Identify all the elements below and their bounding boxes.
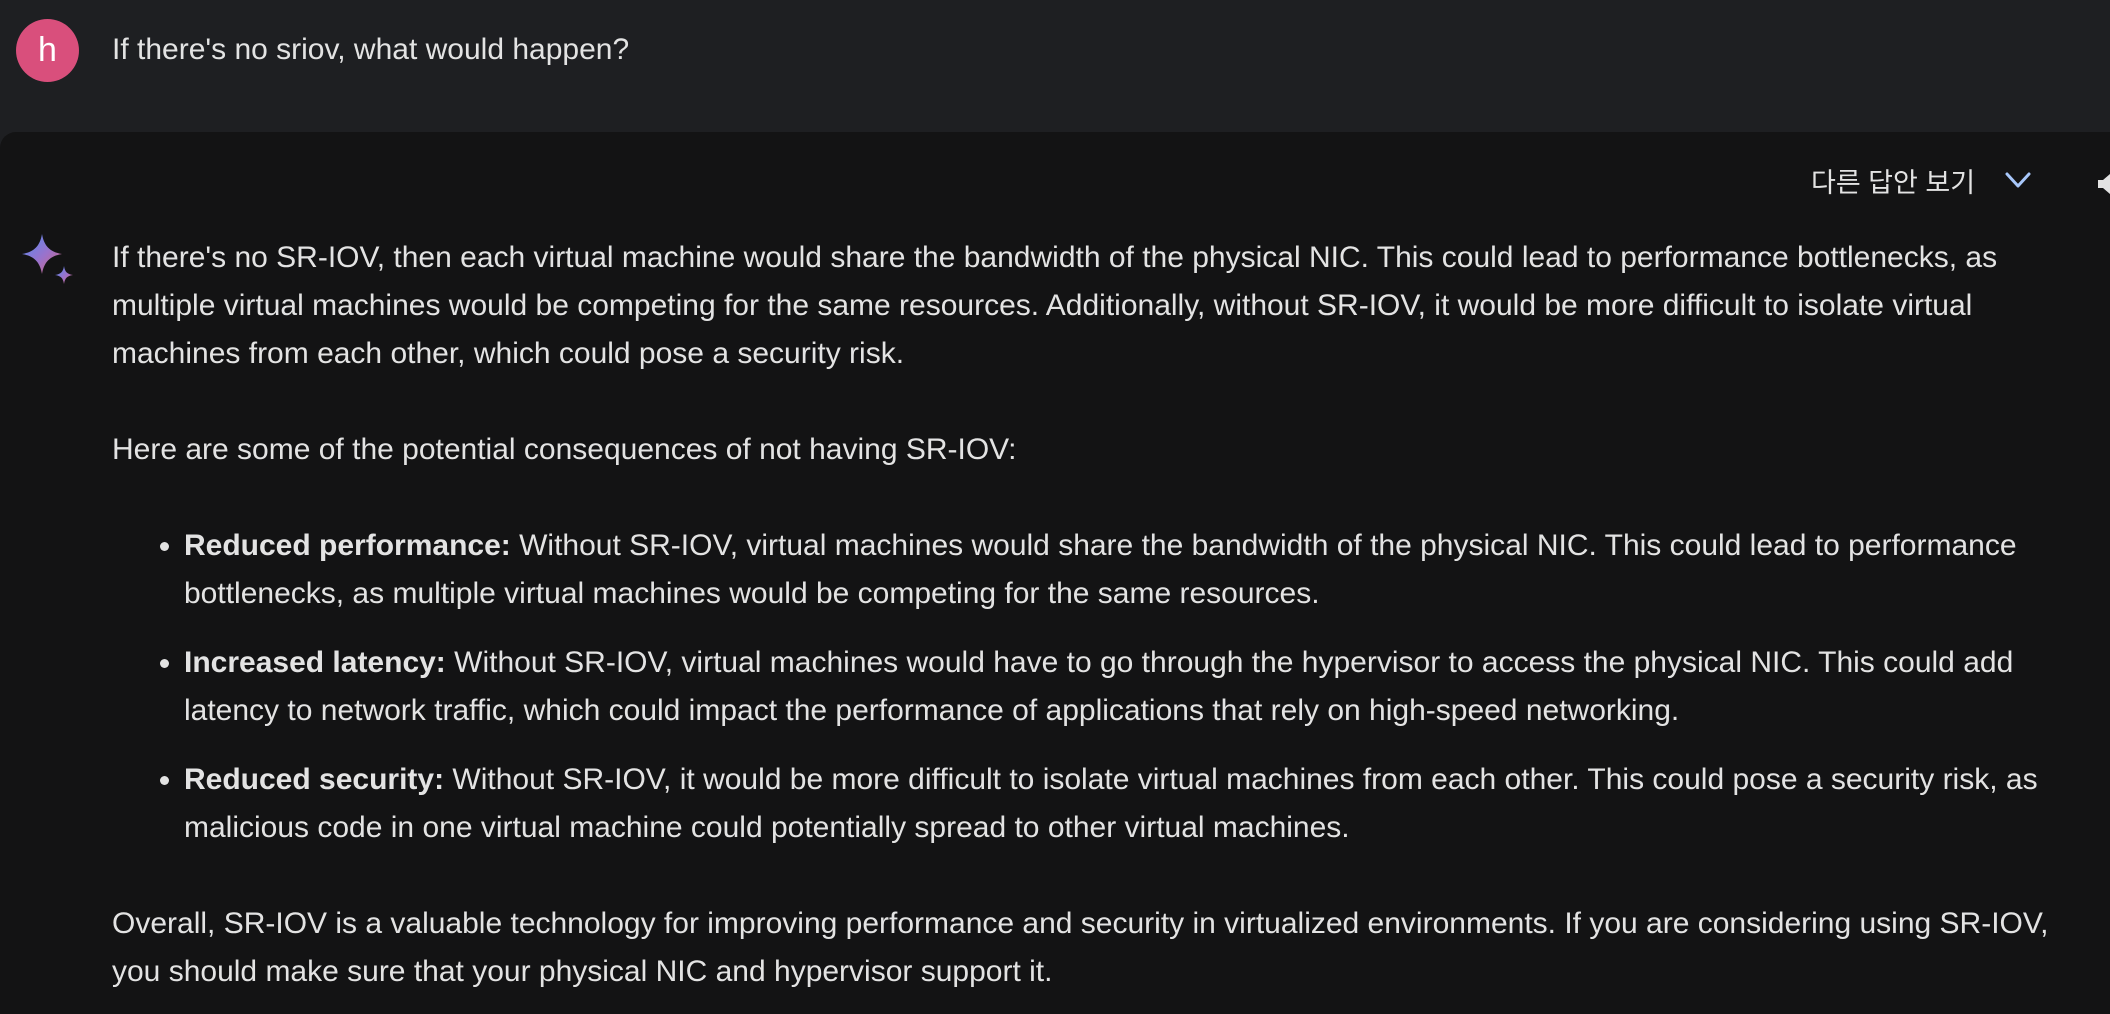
other-drafts-label: 다른 답안 보기	[1811, 167, 1976, 198]
chevron-down-icon	[2005, 172, 2031, 188]
sparkle-icon	[22, 234, 73, 284]
chat-page: h If there's no sriov, what would happen…	[0, 0, 2110, 1014]
avatar[interactable]: h	[16, 19, 79, 82]
response-content: If there's no SR-IOV, then each virtual …	[112, 234, 2102, 1014]
list-item-title: Reduced performance:	[184, 529, 511, 562]
user-prompt-text: If there's no sriov, what would happen?	[112, 33, 630, 66]
list-item: Increased latency: Without SR-IOV, virtu…	[184, 639, 2102, 735]
speaker-icon[interactable]	[2096, 172, 2110, 196]
list-item-text: Without SR-IOV, it would be more difficu…	[184, 763, 2038, 844]
list-item-text: Without SR-IOV, virtual machines would h…	[184, 646, 2014, 727]
response-panel: 다른 답안 보기 If there's no SR-IOV, then each…	[0, 132, 2110, 1014]
user-prompt-row: h If there's no sriov, what would happen…	[0, 0, 2110, 132]
response-intro-paragraph: If there's no SR-IOV, then each virtual …	[112, 241, 1998, 370]
list-item-title: Increased latency:	[184, 646, 446, 679]
consequences-intro: Here are some of the potential consequen…	[112, 433, 1017, 466]
show-other-drafts-button[interactable]: 다른 답안 보기	[1811, 160, 2033, 200]
list-item: Reduced performance: Without SR-IOV, vir…	[184, 522, 2102, 618]
response-conclusion-paragraph: Overall, SR-IOV is a valuable technology…	[112, 907, 2049, 988]
list-item-title: Reduced security:	[184, 763, 445, 796]
list-item: Reduced security: Without SR-IOV, it wou…	[184, 756, 2102, 852]
consequences-list: Reduced performance: Without SR-IOV, vir…	[112, 522, 2102, 852]
